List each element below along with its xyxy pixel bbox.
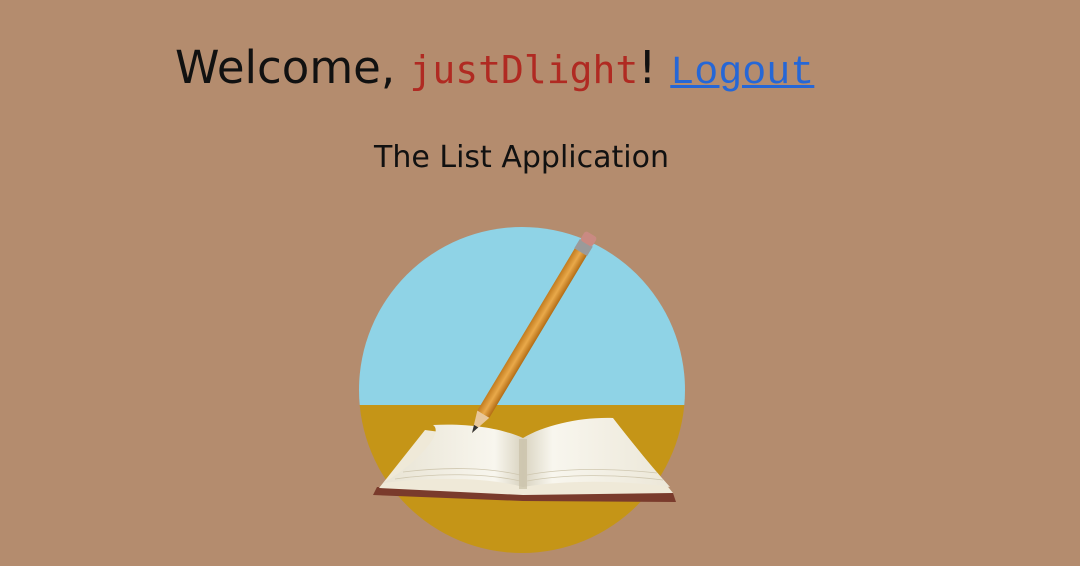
welcome-prefix: Welcome,	[175, 41, 410, 94]
username: justDlight	[409, 48, 639, 92]
welcome-suffix: !	[638, 41, 657, 94]
logo-background	[359, 227, 685, 553]
app-title: The List Application	[374, 140, 669, 175]
logout-link[interactable]: Logout	[670, 51, 814, 96]
book-and-pencil-icon	[359, 227, 685, 553]
welcome-line: Welcome, justDlight! Logout	[175, 38, 814, 98]
